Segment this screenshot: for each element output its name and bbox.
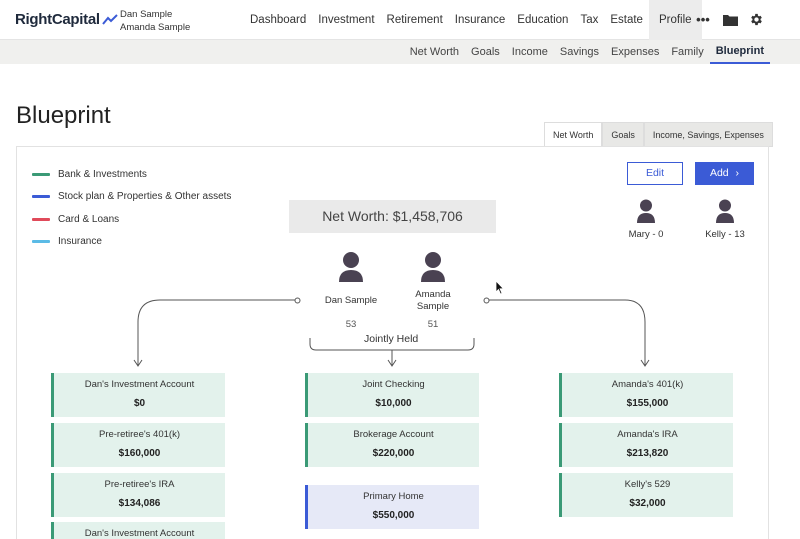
account-value: $160,000 (118, 448, 161, 459)
account-value: $220,000 (372, 448, 415, 459)
jointly-held-label: Jointly Held (364, 333, 419, 345)
account-card[interactable]: Pre-retiree's IRA $134,086 (51, 473, 225, 517)
account-card[interactable]: Joint Checking $10,000 (305, 373, 479, 417)
account-name: Dan's Investment Account (84, 528, 195, 539)
account-card[interactable]: Amanda's IRA $213,820 (559, 423, 733, 467)
person-icon (716, 199, 734, 223)
dependent-label: Mary - 0 (628, 229, 664, 240)
client-amanda[interactable]: Amanda Sample 51 (398, 251, 468, 330)
dependent-label: Kelly - 13 (705, 229, 745, 240)
account-name: Dan's Investment Account (84, 379, 195, 390)
account-value: $134,086 (118, 498, 161, 509)
account-value: $32,000 (629, 498, 666, 509)
client-name: Amanda Sample (415, 289, 451, 312)
client-age: 53 (345, 319, 357, 330)
account-value: $0 (133, 398, 146, 409)
dependent-mary[interactable]: Mary - 0 (616, 199, 676, 240)
property-card[interactable]: Primary Home $550,000 (305, 485, 479, 529)
account-name: Joint Checking (362, 379, 425, 390)
account-name: Primary Home (363, 491, 424, 502)
account-name: Amanda's 401(k) (611, 379, 684, 390)
person-icon (339, 252, 363, 282)
mouse-cursor-icon (495, 280, 505, 295)
person-icon (421, 252, 445, 282)
account-card[interactable]: Dan's Investment Account (51, 522, 225, 539)
client-name: Dan Sample (324, 295, 378, 306)
account-value: $10,000 (375, 398, 412, 409)
person-icon (637, 199, 655, 223)
account-value: $155,000 (626, 398, 669, 409)
account-name: Kelly's 529 (624, 479, 671, 490)
account-name: Pre-retiree's 401(k) (98, 429, 180, 440)
account-name: Pre-retiree's IRA (104, 479, 175, 490)
account-card[interactable]: Kelly's 529 $32,000 (559, 473, 733, 517)
dependent-kelly[interactable]: Kelly - 13 (695, 199, 755, 240)
account-card[interactable]: Pre-retiree's 401(k) $160,000 (51, 423, 225, 467)
account-value: $550,000 (372, 510, 415, 521)
account-name: Amanda's IRA (617, 429, 678, 440)
client-age: 51 (427, 319, 439, 330)
account-value: $213,820 (626, 448, 669, 459)
client-dan[interactable]: Dan Sample 53 (316, 251, 386, 330)
account-card[interactable]: Dan's Investment Account $0 (51, 373, 225, 417)
account-name: Brokerage Account (353, 429, 434, 440)
account-card[interactable]: Amanda's 401(k) $155,000 (559, 373, 733, 417)
account-card[interactable]: Brokerage Account $220,000 (305, 423, 479, 467)
